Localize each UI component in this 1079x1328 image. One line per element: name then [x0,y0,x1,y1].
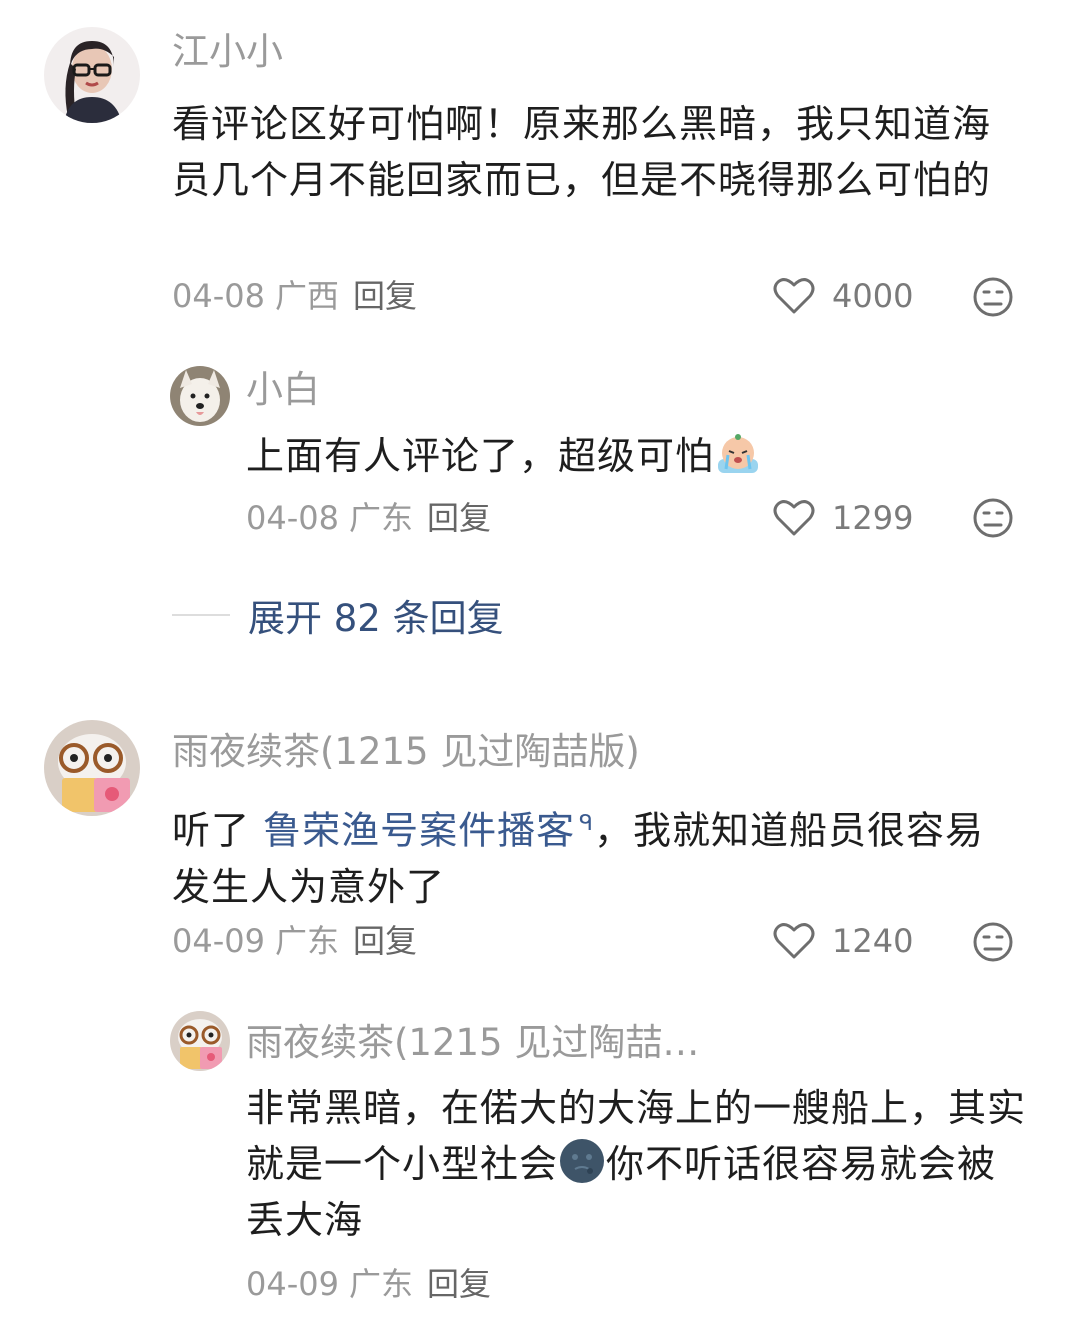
comment-date: 04-09 [246,1265,339,1303]
avatar[interactable] [170,366,230,426]
comment-date: 04-08 [172,277,265,315]
comment-region: 广东 [274,922,339,960]
new-moon-face-emoji [560,1139,605,1183]
author-name[interactable]: 雨夜续茶(1215 见过陶喆… [246,1021,699,1065]
comment-text: 看评论区好可怕啊！原来那么黑暗，我只知道海员几个月不能回家而已，但是不晓得那么可… [172,102,992,202]
dislike-button[interactable] [972,276,1014,318]
like-button[interactable]: 1299 [772,498,913,538]
avatar[interactable] [170,1011,230,1071]
comment-text: 非常黑暗，在偌大的大海上的一艘船上，其实就是一个小型社会 你不听话很容易就会被丢… [246,1080,1026,1248]
avatar[interactable] [44,720,140,816]
search-link-icon[interactable]: ᑫ [579,811,594,836]
author-name[interactable]: 江小小 [172,30,283,74]
like-count: 1240 [832,922,914,960]
reply-button[interactable]: 回复 [353,922,417,960]
reply-button[interactable]: 回复 [427,1265,491,1303]
comment-meta: 04-08 广东 回复 [246,498,491,538]
comment-region: 广东 [348,1265,413,1303]
dislike-button[interactable] [972,497,1014,539]
search-link[interactable]: 鲁荣渔号案件播客 [263,809,575,853]
comment-date: 04-09 [172,922,265,960]
like-count: 1299 [832,499,914,537]
dislike-button[interactable] [972,921,1014,963]
author-name[interactable]: 小白 [246,368,320,412]
avatar[interactable] [44,27,140,123]
expand-replies-label: 展开 82 条回复 [248,597,504,640]
author-name[interactable]: 雨夜续茶(1215 见过陶喆版) [172,730,640,774]
meh-face-icon [973,498,1013,538]
comment-text-before: 听了 [172,808,264,853]
heart-outline-icon [773,500,815,536]
comment-text-content: 上面有人评论了，超级可怕 [246,434,715,478]
comment-date: 04-08 [246,499,339,537]
crying-face-emoji [718,434,759,473]
comment-meta: 04-09 广东 回复 [172,921,417,961]
like-button[interactable]: 4000 [772,276,913,316]
reply-button[interactable]: 回复 [353,277,417,315]
reply-button[interactable]: 回复 [427,499,491,537]
meh-face-icon [973,277,1013,317]
comment-meta: 04-09 广东 回复 [246,1264,491,1304]
heart-outline-icon [773,923,815,959]
comment-region: 广西 [274,277,339,315]
comment-region: 广东 [348,499,413,537]
comment-text: 听了 鲁荣渔号案件播客 ᑫ，我就知道船员很容易发生人为意外了 [172,796,1022,915]
expand-replies-button[interactable]: 展开 82 条回复 [172,588,504,642]
heart-outline-icon [773,278,815,314]
comment-meta: 04-08 广西 回复 [172,276,417,316]
like-count: 4000 [832,277,914,315]
like-button[interactable]: 1240 [772,921,913,961]
meh-face-icon [973,922,1013,962]
divider [172,614,230,616]
comment-text: 上面有人评论了，超级可怕 [246,428,1026,484]
